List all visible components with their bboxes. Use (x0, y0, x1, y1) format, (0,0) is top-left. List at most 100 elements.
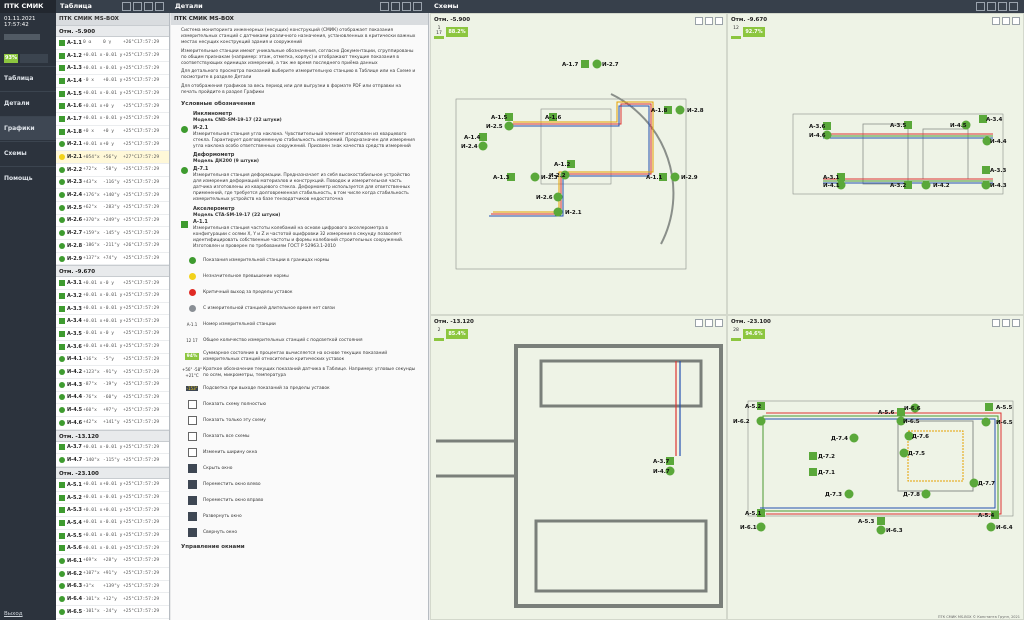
minimize-icon[interactable] (998, 2, 1007, 11)
restore-icon[interactable] (976, 2, 985, 11)
scheme-panel[interactable]: А-5.2 И-6.2 А-5.6 И-6.5 И-6.6 А-5.5 И-6.5 Д-7.4… (727, 315, 1024, 620)
table-row[interactable]: И-2.1 +0.01 x +0 y +25°C 17:57:29 (56, 139, 169, 152)
table-row[interactable]: И-4.7 -140"x -115"y +25°C 17:57:29 (56, 454, 169, 467)
table-row[interactable]: И-6.1 +69"x +28"y +25°C 17:57:29 (56, 555, 169, 568)
table-row[interactable]: А-1.3 +0.01 x -0.01 y +25°C 17:57:29 (56, 62, 169, 76)
window-tool-icon[interactable] (187, 464, 197, 473)
table-row[interactable]: И-6.3 +3"x +139"y +25°C 17:57:29 (56, 581, 169, 594)
single-icon[interactable] (1002, 17, 1010, 25)
reading-x: +370"x (83, 217, 100, 223)
table-row[interactable]: А-3.2 +0.01 x -0.01 y +25°C 17:57:29 (56, 290, 169, 303)
fit-icon[interactable] (695, 319, 703, 327)
close-icon[interactable] (155, 2, 164, 11)
grid-icon[interactable] (1012, 17, 1020, 25)
table-row[interactable]: А-5.6 +0.01 x -0.01 y +25°C 17:57:29 (56, 542, 169, 556)
table-row[interactable]: А-3.6 +0.01 x +0.01 y +25°C 17:57:29 (56, 341, 169, 354)
table-row[interactable]: А-5.4 +0.01 x -0.01 y +25°C 17:57:29 (56, 517, 169, 530)
window-tool-icon[interactable] (187, 496, 197, 505)
level-header[interactable]: Отм. -5.900 (56, 25, 169, 37)
tool-icon[interactable] (187, 400, 197, 409)
nav-item-schemes[interactable]: Схемы (0, 141, 56, 165)
table-row[interactable]: И-6.4 -101"x +12"y +25°C 17:57:29 (56, 593, 169, 606)
table-row[interactable]: И-4.5 +60"x +97"y +25°C 17:57:29 (56, 404, 169, 417)
close-icon[interactable] (1009, 2, 1018, 11)
restore-icon[interactable] (380, 2, 389, 11)
grid-icon[interactable] (715, 17, 723, 25)
minimize-icon[interactable] (144, 2, 153, 11)
maximize-icon[interactable] (987, 2, 996, 11)
table-row[interactable]: А-5.3 +0.01 x +0.01 y +25°C 17:57:29 (56, 504, 169, 518)
table-row[interactable]: А-1.4 -0 x +0.01 y +25°C 17:57:29 (56, 75, 169, 88)
table-row[interactable]: А-3.1 +0.01 x -0 y +25°C 17:57:29 (56, 277, 169, 291)
table-row[interactable]: И-2.1 +054"x +56"y +27°C 17:57:29 (56, 151, 169, 164)
scheme-panel[interactable]: А-3.7 И-4.7 Отм. -13.120 2 85.4% (430, 315, 727, 620)
nav-item-table[interactable]: Таблица (0, 66, 56, 90)
level-header[interactable]: Отм. -13.120 (56, 429, 169, 442)
table-row[interactable]: А-1.6 +0.01 x +0 y +25°C 17:57:29 (56, 100, 169, 114)
table-row[interactable]: И-2.3 +43"x -116"y +25°C 17:57:29 (56, 177, 169, 190)
table-row[interactable]: А-1.2 +0.01 x -0.01 y +25°C 17:57:29 (56, 50, 169, 63)
window-tool-icon[interactable] (187, 480, 197, 489)
scheme-panel[interactable]: А-1.7 И-2.7 А-1.5 И-2.5 А-1.6 И-2.8 А-1.8 А-1.4… (430, 13, 727, 315)
table-row[interactable]: А-5.2 +0.01 x -0.01 y +25°C 17:57:29 (56, 492, 169, 505)
single-icon[interactable] (1002, 319, 1010, 327)
tool-icon[interactable] (187, 416, 197, 425)
table-row[interactable]: А-3.7 +0.01 x -0.01 y +25°C 17:57:29 (56, 442, 169, 455)
temperature: +25°C (123, 192, 137, 198)
reading-y: 0 γ (103, 40, 112, 46)
nav-item-charts[interactable]: Графики (0, 116, 56, 140)
status-dot-icon (59, 141, 65, 148)
temperature: +25°C (123, 91, 137, 97)
details-content: Система мониторинга инженерных (несущих)… (171, 25, 428, 551)
temperature: +26°C (123, 40, 137, 46)
close-icon[interactable] (413, 2, 422, 11)
station-label: А-1.8 (651, 108, 667, 114)
table-row[interactable]: И-2.6 +370"x +249"y +25°C 17:57:29 (56, 215, 169, 228)
table-row[interactable]: И-4.4 -76"x -60"y +25°C 17:57:29 (56, 392, 169, 405)
level-header[interactable]: Отм. -23.100 (56, 467, 169, 479)
window-tool-icon[interactable] (187, 528, 197, 537)
nav-item-details[interactable]: Детали (0, 91, 56, 115)
table-row[interactable]: И-2.7 +159"x -145"y +25°C 17:57:29 (56, 227, 169, 240)
restore-icon[interactable] (122, 2, 131, 11)
table-row[interactable]: И-4.3 -87"x -19"y +25°C 17:57:29 (56, 379, 169, 392)
temperature: +25°C (123, 205, 137, 211)
table-row[interactable]: И-4.6 +42"x +141"y +25°C 17:57:29 (56, 417, 169, 430)
table-row[interactable]: И-2.5 +62"x -283"y +25°C 17:57:29 (56, 202, 169, 215)
grid-icon[interactable] (715, 319, 723, 327)
maximize-icon[interactable] (391, 2, 400, 11)
scheme-panel[interactable]: А-3.4 И-4.5 А-3.5 А-3.6 И-4.6 И-4.4 А-3.1 И-4.1… (727, 13, 1024, 315)
table-row[interactable]: А-1.1 0 α 0 γ +26°C 17:57:29 (56, 37, 169, 50)
tool-icon[interactable] (187, 448, 197, 457)
tool-icon[interactable] (187, 432, 197, 441)
single-icon[interactable] (705, 319, 713, 327)
table-row[interactable]: И-4.1 +16"x -5"y +25°C 17:57:29 (56, 354, 169, 367)
nav-item-help[interactable]: Помощь (0, 166, 56, 190)
window-tool-icon[interactable] (187, 512, 197, 521)
fit-icon[interactable] (695, 17, 703, 25)
station-name: А-5.1 (67, 481, 82, 488)
maximize-icon[interactable] (133, 2, 142, 11)
table-row[interactable]: А-1.7 +0.01 x -0.01 y +25°C 17:57:29 (56, 113, 169, 126)
table-row[interactable]: И-2.9 +137"x +74"y +25°C 17:57:29 (56, 253, 169, 266)
single-icon[interactable] (705, 17, 713, 25)
fit-icon[interactable] (992, 17, 1000, 25)
table-row[interactable]: А-5.1 +0.01 x +0.01 y +25°C 17:57:29 (56, 479, 169, 492)
table-row[interactable]: А-5.5 +0.01 x -0.01 y +25°C 17:57:29 (56, 530, 169, 543)
minimize-icon[interactable] (402, 2, 411, 11)
table-row[interactable]: И-6.5 -101"x -24"y +25°C 17:57:29 (56, 606, 169, 619)
table-row[interactable]: И-2.2 +72"x -58"y +25°C 17:57:29 (56, 164, 169, 177)
table-row[interactable]: А-3.5 -0.01 x -0 y +25°C 17:57:29 (56, 328, 169, 341)
table-row[interactable]: И-4.2 +123"x -91"y +25°C 17:57:29 (56, 366, 169, 379)
table-row[interactable]: А-1.8 +0 x +0 y +25°C 17:57:29 (56, 126, 169, 139)
table-row[interactable]: И-2.8 -186"x -211"y +26°C 17:57:29 (56, 240, 169, 253)
grid-icon[interactable] (1012, 319, 1020, 327)
table-row[interactable]: А-3.4 +0.01 x +0.01 y +25°C 17:57:29 (56, 315, 169, 329)
level-header[interactable]: Отм. -9.670 (56, 265, 169, 278)
table-row[interactable]: И-6.2 +107"x +91"y +25°C 17:57:29 (56, 568, 169, 581)
logout-link[interactable]: Выход (4, 611, 23, 617)
fit-icon[interactable] (992, 319, 1000, 327)
table-row[interactable]: А-1.5 +0.01 x -0.01 y +25°C 17:57:29 (56, 88, 169, 101)
table-row[interactable]: А-3.3 +0.01 x -0.01 y +25°C 17:57:29 (56, 303, 169, 316)
table-row[interactable]: И-2.4 +176"x +140"y +25°C 17:57:29 (56, 189, 169, 202)
